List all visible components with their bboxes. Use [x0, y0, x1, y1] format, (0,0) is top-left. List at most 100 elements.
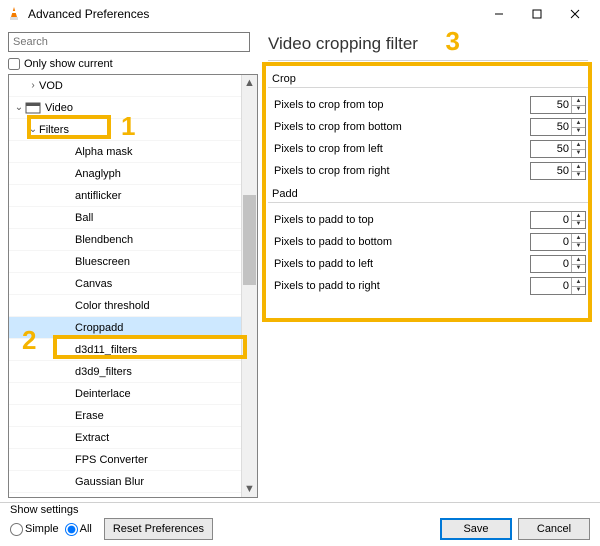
tree-item-label: VOD — [39, 80, 63, 92]
close-button[interactable] — [556, 0, 594, 28]
tree-item-label: Croppadd — [75, 322, 123, 334]
tree-item[interactable]: ›VOD — [9, 75, 241, 97]
settings-field: Pixels to padd to right0▲▼ — [274, 275, 586, 297]
tree-item[interactable]: Color threshold — [9, 295, 241, 317]
tree-item-label: Gaussian Blur — [75, 476, 144, 488]
settings-field: Pixels to crop from bottom50▲▼ — [274, 116, 586, 138]
settings-field: Pixels to crop from left50▲▼ — [274, 138, 586, 160]
spinner-up-icon[interactable]: ▲ — [572, 278, 585, 287]
settings-field: Pixels to padd to left0▲▼ — [274, 253, 586, 275]
settings-field: Pixels to padd to top0▲▼ — [274, 209, 586, 231]
tree-item[interactable]: d3d9_filters — [9, 361, 241, 383]
tree-item-label: Erase — [75, 410, 104, 422]
all-radio[interactable]: All — [65, 523, 92, 536]
tree-item[interactable]: FPS Converter — [9, 449, 241, 471]
spinner-up-icon[interactable]: ▲ — [572, 141, 585, 150]
spinner-down-icon[interactable]: ▼ — [572, 265, 585, 273]
simple-radio[interactable]: Simple — [10, 523, 59, 536]
only-show-current-checkbox[interactable] — [8, 58, 20, 70]
tree-item[interactable]: ⌄Filters — [9, 119, 241, 141]
spinner-value[interactable]: 0 — [531, 212, 571, 228]
cancel-button[interactable]: Cancel — [518, 518, 590, 540]
tree-item-label: Blendbench — [75, 234, 133, 246]
spinner-down-icon[interactable]: ▼ — [572, 287, 585, 295]
scroll-down-icon[interactable]: ▼ — [242, 481, 257, 497]
all-radio-label: All — [80, 523, 92, 535]
tree-item-label: FPS Converter — [75, 454, 148, 466]
number-spinner[interactable]: 0▲▼ — [530, 255, 586, 273]
reset-preferences-button[interactable]: Reset Preferences — [104, 518, 213, 540]
spinner-up-icon[interactable]: ▲ — [572, 234, 585, 243]
settings-group: CropPixels to crop from top50▲▼Pixels to… — [268, 71, 588, 184]
tree-item[interactable]: Canvas — [9, 273, 241, 295]
tree-scrollbar[interactable]: ▲ ▼ — [241, 75, 257, 497]
tree-item[interactable]: Alpha mask — [9, 141, 241, 163]
minimize-button[interactable] — [480, 0, 518, 28]
tree-item[interactable]: Bluescreen — [9, 251, 241, 273]
scroll-thumb[interactable] — [243, 195, 256, 285]
tree-item-label: Ball — [75, 212, 93, 224]
tree-item[interactable]: ⌄Video — [9, 97, 241, 119]
number-spinner[interactable]: 50▲▼ — [530, 140, 586, 158]
chevron-down-icon[interactable]: ⌄ — [13, 102, 25, 113]
tree-item-label: Canvas — [75, 278, 112, 290]
spinner-down-icon[interactable]: ▼ — [572, 106, 585, 114]
spinner-up-icon[interactable]: ▲ — [572, 212, 585, 221]
tree-item[interactable]: Gaussian Blur — [9, 471, 241, 493]
tree-item[interactable]: d3d11_filters — [9, 339, 241, 361]
tree-item[interactable]: Extract — [9, 427, 241, 449]
group-title: Crop — [268, 71, 588, 87]
number-spinner[interactable]: 0▲▼ — [530, 233, 586, 251]
spinner-value[interactable]: 0 — [531, 256, 571, 272]
tree-item[interactable]: Croppadd — [9, 317, 241, 339]
spinner-value[interactable]: 50 — [531, 97, 571, 113]
number-spinner[interactable]: 50▲▼ — [530, 118, 586, 136]
spinner-up-icon[interactable]: ▲ — [572, 97, 585, 106]
number-spinner[interactable]: 50▲▼ — [530, 96, 586, 114]
number-spinner[interactable]: 0▲▼ — [530, 211, 586, 229]
only-show-current-label: Only show current — [24, 58, 113, 70]
left-pane: Only show current ›VOD⌄Video⌄FiltersAlph… — [0, 28, 258, 502]
spinner-down-icon[interactable]: ▼ — [572, 150, 585, 158]
spinner-down-icon[interactable]: ▼ — [572, 172, 585, 180]
spinner-value[interactable]: 50 — [531, 119, 571, 135]
save-button[interactable]: Save — [440, 518, 512, 540]
spinner-down-icon[interactable]: ▼ — [572, 128, 585, 136]
tree-item-label: d3d11_filters — [75, 344, 137, 356]
tree-item[interactable]: Erase — [9, 405, 241, 427]
tree-item[interactable]: Ball — [9, 207, 241, 229]
tree-item[interactable]: Deinterlace — [9, 383, 241, 405]
spinner-down-icon[interactable]: ▼ — [572, 243, 585, 251]
settings-field: Pixels to crop from right50▲▼ — [274, 160, 586, 182]
spinner-value[interactable]: 0 — [531, 278, 571, 294]
number-spinner[interactable]: 0▲▼ — [530, 277, 586, 295]
app-icon — [6, 6, 22, 22]
tree-item-label: antiflicker — [75, 190, 121, 202]
window-title: Advanced Preferences — [28, 7, 480, 21]
search-input[interactable] — [8, 32, 250, 52]
number-spinner[interactable]: 50▲▼ — [530, 162, 586, 180]
tree-item[interactable]: Gradfun — [9, 493, 241, 497]
chevron-right-icon[interactable]: › — [27, 80, 39, 91]
spinner-value[interactable]: 50 — [531, 141, 571, 157]
spinner-value[interactable]: 0 — [531, 234, 571, 250]
tree-item-label: d3d9_filters — [75, 366, 132, 378]
titlebar: Advanced Preferences — [0, 0, 600, 28]
field-label: Pixels to padd to left — [274, 258, 530, 270]
scroll-up-icon[interactable]: ▲ — [242, 75, 257, 91]
settings-group: PaddPixels to padd to top0▲▼Pixels to pa… — [268, 186, 588, 299]
tree-item[interactable]: antiflicker — [9, 185, 241, 207]
spinner-value[interactable]: 50 — [531, 163, 571, 179]
right-pane: Video cropping filter 3 CropPixels to cr… — [258, 28, 600, 502]
spinner-up-icon[interactable]: ▲ — [572, 256, 585, 265]
chevron-down-icon[interactable]: ⌄ — [27, 124, 39, 135]
tree-item-label: Bluescreen — [75, 256, 130, 268]
spinner-up-icon[interactable]: ▲ — [572, 163, 585, 172]
field-label: Pixels to crop from bottom — [274, 121, 530, 133]
spinner-up-icon[interactable]: ▲ — [572, 119, 585, 128]
tree-item[interactable]: Anaglyph — [9, 163, 241, 185]
field-label: Pixels to crop from left — [274, 143, 530, 155]
tree-item[interactable]: Blendbench — [9, 229, 241, 251]
maximize-button[interactable] — [518, 0, 556, 28]
spinner-down-icon[interactable]: ▼ — [572, 221, 585, 229]
